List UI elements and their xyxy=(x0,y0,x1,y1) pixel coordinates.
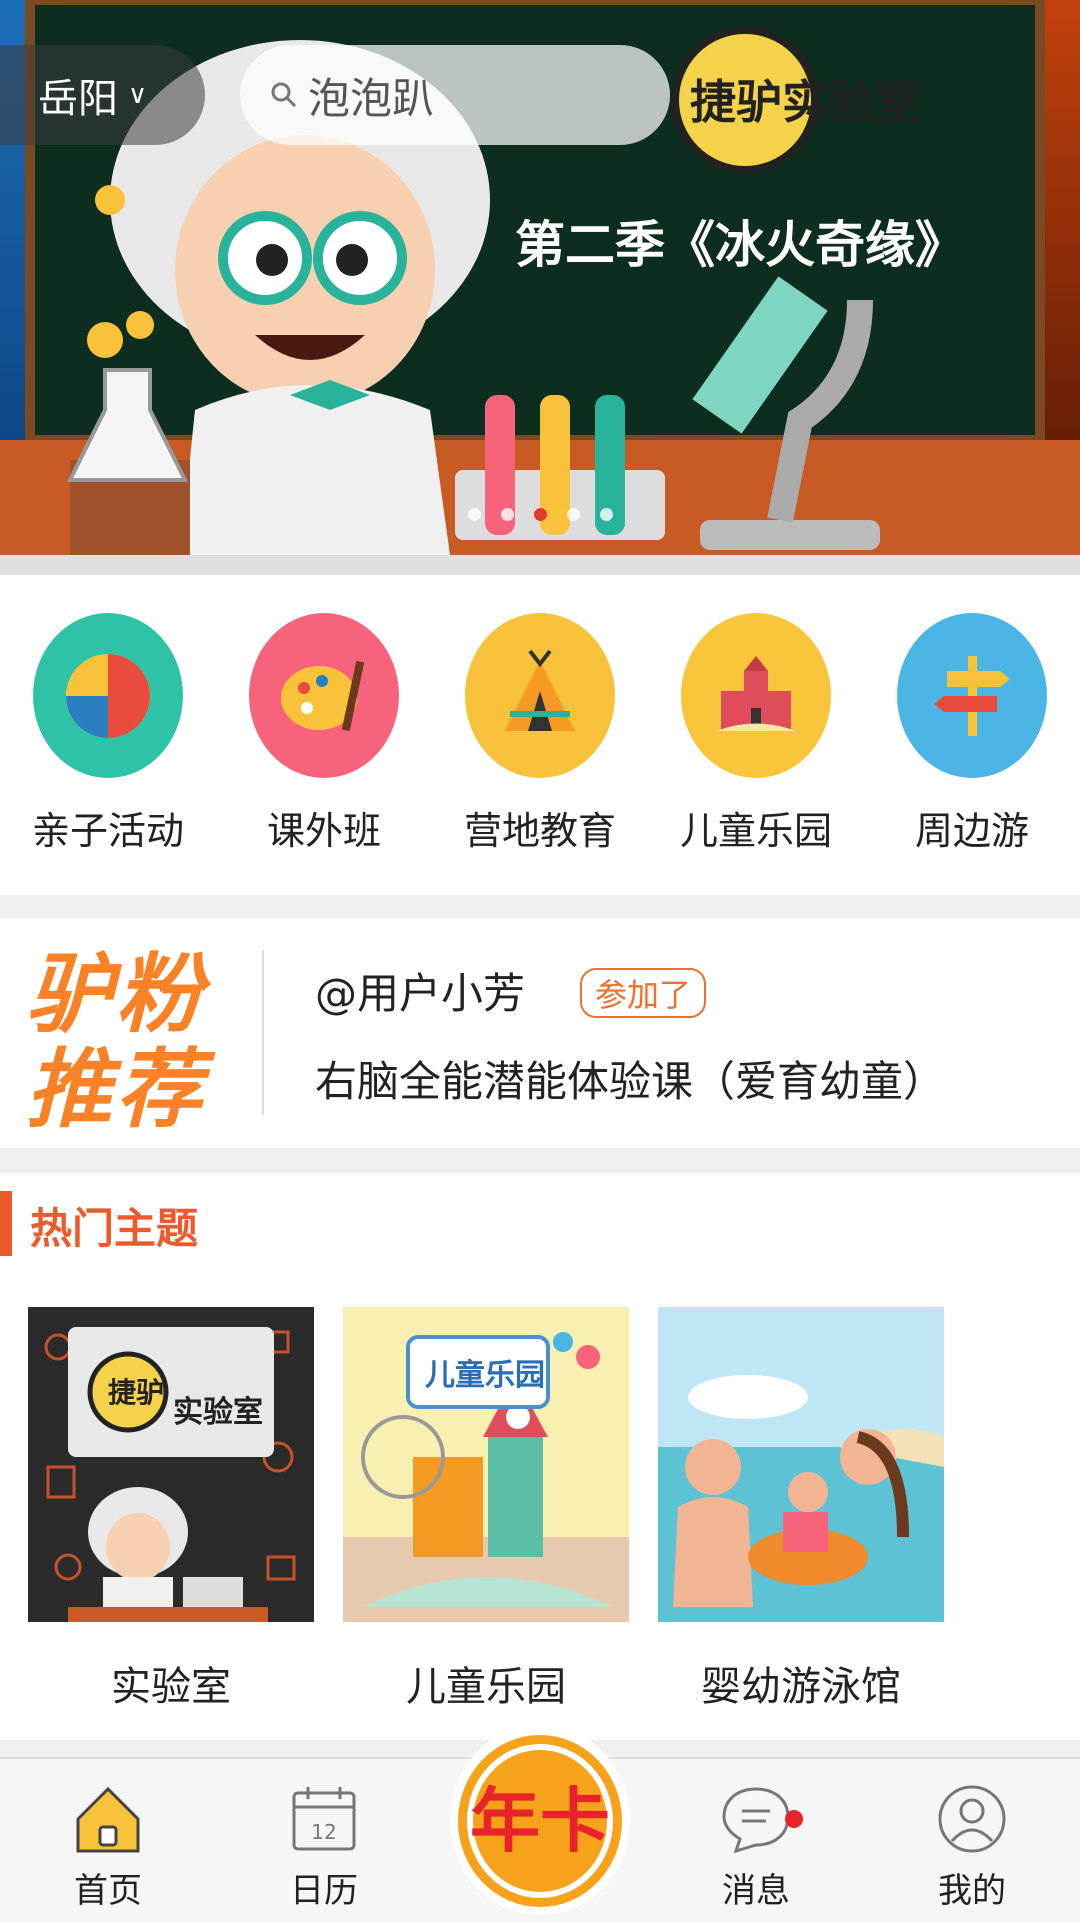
palette-icon xyxy=(249,613,399,778)
calendar-day: 12 xyxy=(311,1820,336,1844)
tab-messages[interactable]: 消息 xyxy=(648,1759,864,1922)
recommend-logo: 驴粉 推荐 xyxy=(26,948,236,1138)
recommend-logo-line1: 驴粉 xyxy=(26,945,206,1045)
category-parent-child[interactable]: 亲子活动 xyxy=(0,575,216,895)
kids-park-image-text: 儿童乐园 xyxy=(425,1358,545,1393)
fan-recommend-panel[interactable]: 驴粉 推荐 @用户小芳 参加了 右脑全能潜能体验课（爱育幼童） xyxy=(0,918,1080,1148)
category-grid: 亲子活动 课外班 营地教育 儿童乐园 周边游 xyxy=(0,575,1080,895)
search-icon xyxy=(271,82,297,108)
carousel-dot-active[interactable] xyxy=(533,508,547,521)
annual-card-button[interactable]: 年卡 xyxy=(450,1725,630,1915)
tent-icon xyxy=(465,613,615,778)
topic-caption: 实验室 xyxy=(111,1664,231,1710)
topic-caption: 儿童乐园 xyxy=(406,1664,566,1710)
topic-card[interactable]: 捷驴 实验室 实验室 xyxy=(28,1307,314,1712)
unread-badge xyxy=(785,1810,803,1828)
carousel-dot[interactable] xyxy=(599,508,613,521)
topic-card[interactable]: 婴幼游泳馆 xyxy=(658,1307,944,1712)
castle-icon xyxy=(681,613,831,778)
tab-label: 日历 xyxy=(290,1871,358,1911)
city-selector[interactable]: 岳阳 ∨ xyxy=(0,45,205,145)
user-icon xyxy=(938,1785,1006,1853)
joined-tag: 参加了 xyxy=(580,968,706,1018)
calendar-icon: 12 xyxy=(292,1787,356,1851)
beach-ball-icon xyxy=(33,613,183,778)
hero-banner[interactable]: 第二季《冰火奇缘》 捷驴实验室 岳阳 ∨ 泡泡趴 xyxy=(0,0,1080,575)
section-accent-bar xyxy=(0,1191,12,1256)
category-label: 营地教育 xyxy=(463,809,616,853)
annual-card-icon: 年卡 xyxy=(458,1734,622,1907)
carousel-dot[interactable] xyxy=(566,508,580,521)
chevron-down-icon: ∨ xyxy=(128,80,148,110)
recommend-course[interactable]: 右脑全能潜能体验课（爱育幼童） xyxy=(315,1048,945,1109)
category-label: 课外班 xyxy=(266,809,381,853)
tab-label: 我的 xyxy=(938,1871,1006,1911)
divider xyxy=(262,950,264,1115)
banner-logo-text: 捷驴实验室 xyxy=(690,75,920,129)
kids-park-image: 儿童乐园 xyxy=(343,1307,629,1622)
tab-calendar[interactable]: 12 日历 xyxy=(216,1759,432,1922)
city-label: 岳阳 xyxy=(38,76,118,122)
tab-label: 首页 xyxy=(74,1871,142,1911)
banner-subtitle: 第二季《冰火奇缘》 xyxy=(515,216,965,274)
recommend-logo-line2: 推荐 xyxy=(26,1040,206,1140)
lab-cartoon-image: 捷驴 实验室 xyxy=(28,1307,314,1622)
category-playground[interactable]: 儿童乐园 xyxy=(648,575,864,895)
section-title: 热门主题 xyxy=(30,1204,199,1253)
carousel-dot[interactable] xyxy=(467,508,481,521)
hot-topics-section: 热门主题 捷驴 实验室 实验室 儿童乐园 儿童乐园 婴幼游泳馆 xyxy=(0,1173,1080,1740)
annual-card-label: 年卡 xyxy=(470,1780,610,1862)
swimming-family-image xyxy=(658,1307,944,1622)
category-label: 儿童乐园 xyxy=(679,809,832,853)
message-icon xyxy=(722,1787,790,1854)
category-label: 周边游 xyxy=(914,809,1029,853)
category-nearby-travel[interactable]: 周边游 xyxy=(864,575,1080,895)
carousel-dot[interactable] xyxy=(500,508,514,521)
search-placeholder: 泡泡趴 xyxy=(308,73,435,123)
svg-text:实验室: 实验室 xyxy=(173,1395,263,1430)
topic-card[interactable]: 儿童乐园 儿童乐园 xyxy=(343,1307,629,1712)
category-label: 亲子活动 xyxy=(31,809,184,853)
category-after-school[interactable]: 课外班 xyxy=(216,575,432,895)
home-icon xyxy=(76,1786,140,1853)
category-camp[interactable]: 营地教育 xyxy=(432,575,648,895)
carousel-indicator xyxy=(0,508,1080,521)
topic-caption: 婴幼游泳馆 xyxy=(701,1664,901,1710)
search-input[interactable]: 泡泡趴 xyxy=(240,45,670,145)
recommend-user: @用户小芳 xyxy=(315,969,526,1018)
svg-text:捷驴: 捷驴 xyxy=(108,1376,164,1409)
tab-home[interactable]: 首页 xyxy=(0,1759,216,1922)
tab-label: 消息 xyxy=(722,1871,790,1911)
signpost-icon xyxy=(897,613,1047,778)
tab-mine[interactable]: 我的 xyxy=(864,1759,1080,1922)
